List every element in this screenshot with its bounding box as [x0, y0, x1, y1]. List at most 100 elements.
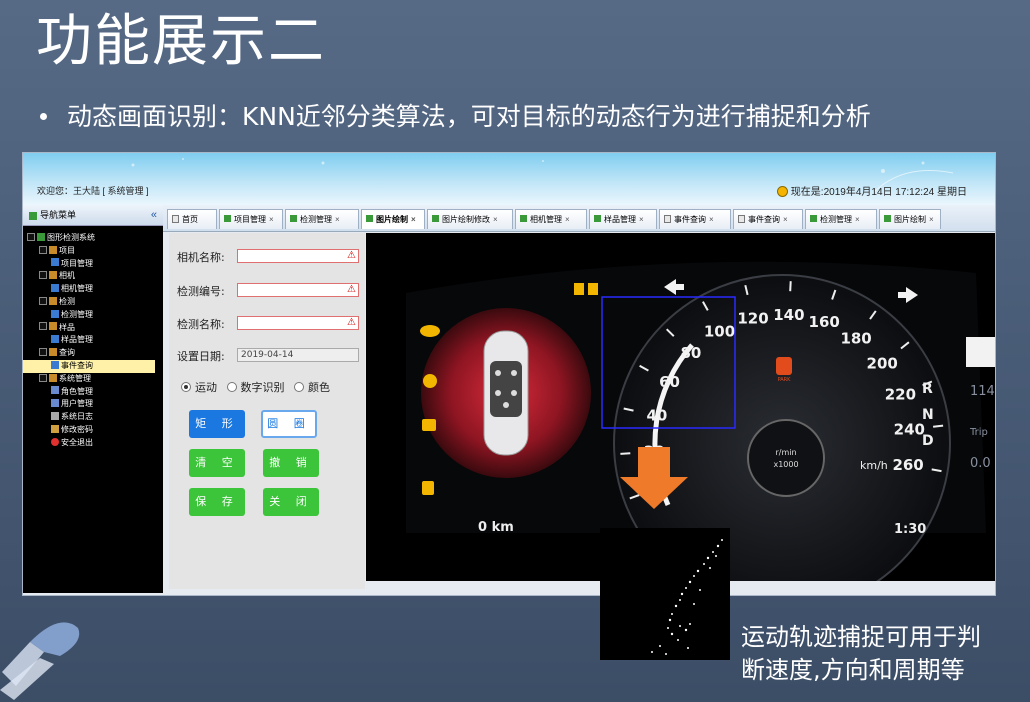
tab-label: 图片绘制 [894, 215, 926, 224]
nav-icon [29, 211, 37, 220]
tree-sample[interactable]: 样品 [23, 322, 163, 335]
expand-toggle-icon[interactable] [39, 271, 47, 280]
detect-no-input[interactable]: ⚠ [237, 283, 359, 297]
tab-2[interactable]: 项目管理 × [219, 209, 283, 229]
right-info-panel [966, 337, 995, 367]
expand-toggle-icon[interactable] [39, 245, 47, 254]
close-icon[interactable]: × [493, 215, 498, 224]
close-icon[interactable]: × [855, 215, 860, 224]
camera-name-select[interactable]: ⚠ [237, 249, 359, 263]
close-icon[interactable]: × [783, 215, 788, 224]
tree-detect[interactable]: 检测 [23, 296, 163, 309]
tree-project-manage[interactable]: 项目管理 [23, 258, 163, 271]
detect-name-input[interactable]: ⚠ [237, 316, 359, 330]
radio-color[interactable] [294, 382, 304, 392]
tab-icon [738, 214, 745, 223]
speed-tick-label: 260 [892, 456, 923, 474]
tree-camera-manage[interactable]: 相机管理 [23, 283, 163, 296]
tab-icon [520, 215, 527, 223]
expand-toggle-icon[interactable] [39, 373, 47, 382]
page-icon [51, 335, 59, 344]
tree-sample-manage[interactable]: 样品管理 [23, 334, 163, 347]
speed-tick-label: 180 [840, 330, 871, 348]
datetime-label: 现在是:2019年4月14日 17:12:24 星期日 [790, 187, 967, 198]
tree-project[interactable]: 项目 [23, 245, 163, 258]
tree-system[interactable]: 系统管理 [23, 373, 163, 386]
tree-item-label: 修改密码 [61, 424, 93, 434]
tab-5[interactable]: 图片绘制修改 × [427, 209, 513, 229]
expand-toggle-icon[interactable] [39, 348, 47, 357]
tab-8[interactable]: 事件查询 × [659, 209, 731, 229]
tree-root[interactable]: 图形检测系统 [23, 232, 163, 245]
tab-label: 样品管理 [604, 215, 636, 224]
tree-user-manage[interactable]: 用户管理 [23, 398, 163, 411]
gear-n: N [922, 407, 934, 423]
collapse-icon[interactable]: « [151, 205, 157, 225]
detect-no-label: 检测编号: [177, 285, 225, 298]
close-icon[interactable]: × [269, 215, 274, 224]
tree-system-log[interactable]: 系统日志 [23, 411, 163, 424]
tab-7[interactable]: 样品管理 × [589, 209, 657, 229]
close-button[interactable]: 关 闭 [263, 488, 319, 516]
tree-role-manage[interactable]: 角色管理 [23, 386, 163, 399]
radio-digit[interactable] [226, 382, 237, 392]
close-icon[interactable]: × [709, 215, 714, 224]
page-icon [51, 258, 59, 267]
close-icon[interactable]: × [929, 215, 934, 224]
expand-toggle-icon[interactable] [39, 296, 47, 305]
warning-icon: ⚠ [347, 317, 356, 328]
circle-button[interactable]: 圆 圈 [261, 410, 317, 438]
tree-item-label: 系统管理 [59, 373, 91, 383]
tree-item-label: 系统日志 [61, 412, 93, 422]
tab-icon [432, 215, 439, 223]
tab-label: 图片绘制 [376, 215, 408, 224]
tab-1[interactable]: 首页 [167, 209, 217, 229]
close-icon[interactable]: × [411, 215, 416, 224]
tree-event-query[interactable]: 事件查询 [23, 359, 155, 373]
tab-10[interactable]: 检测管理 × [805, 209, 877, 229]
sidebar: 导航菜单 « 图形检测系统 项目项目管理 相机 相机管理 检测检测管理样品样品管理 查询事… [23, 205, 163, 593]
rect-button[interactable]: 矩 形 [189, 410, 245, 438]
close-icon[interactable]: × [565, 215, 570, 224]
gear-d: D [922, 433, 934, 449]
close-icon[interactable]: × [639, 215, 644, 224]
tree-change-password[interactable]: 修改密码 [23, 424, 163, 437]
tree-camera[interactable]: 相机 [23, 270, 163, 283]
page-icon [51, 399, 59, 408]
camera-name-label: 相机名称: [177, 251, 225, 264]
tree-item-label: 检测管理 [61, 309, 93, 319]
expand-toggle-icon[interactable] [39, 322, 47, 331]
form-panel: 相机名称: ⚠ 检测编号: ⚠ 检测名称: ⚠ 设置日期: 2019-04-14… [169, 233, 365, 589]
tab-3[interactable]: 检测管理 × [285, 209, 359, 229]
down-arrow-icon [620, 447, 688, 509]
tree-item-label: 项目 [59, 245, 75, 255]
tree-query[interactable]: 查询 [23, 347, 163, 360]
tree-item-label: 检测 [59, 296, 75, 306]
clear-button[interactable]: 清 空 [189, 449, 245, 477]
expand-toggle-icon[interactable] [27, 232, 35, 241]
speed-tick-label: 140 [773, 306, 804, 324]
date-input[interactable]: 2019-04-14 [237, 348, 359, 362]
radio-motion[interactable] [181, 382, 191, 392]
mode-radio-group: 运动 数字识别 颜色 [181, 379, 336, 395]
tab-9[interactable]: 事件查询 × [733, 209, 803, 229]
tab-6[interactable]: 相机管理 × [515, 209, 587, 229]
tree-item-label: 样品 [59, 322, 75, 332]
tab-icon [224, 215, 231, 223]
tree-detect-manage[interactable]: 检测管理 [23, 309, 163, 322]
speed-tick-label: 240 [894, 420, 925, 438]
tab-4[interactable]: 图片绘制 × [361, 209, 425, 229]
tree-logout[interactable]: 安全退出 [23, 437, 163, 450]
radio-label-digit: 数字识别 [240, 381, 285, 394]
page-icon [51, 360, 59, 369]
tab-label: 事件查询 [748, 215, 780, 224]
tab-icon [594, 215, 601, 223]
tab-icon [884, 215, 891, 223]
page-icon [51, 424, 59, 433]
app-header: 欢迎您：王大陆 [ 系统管理 ] 现在是:2019年4月14日 17:12:24… [23, 153, 995, 205]
tab-11[interactable]: 图片绘制 × [879, 209, 941, 229]
sidebar-header: 导航菜单 « [23, 205, 163, 226]
close-icon[interactable]: × [335, 215, 340, 224]
undo-button[interactable]: 撤 销 [263, 449, 319, 477]
save-button[interactable]: 保 存 [189, 488, 245, 516]
